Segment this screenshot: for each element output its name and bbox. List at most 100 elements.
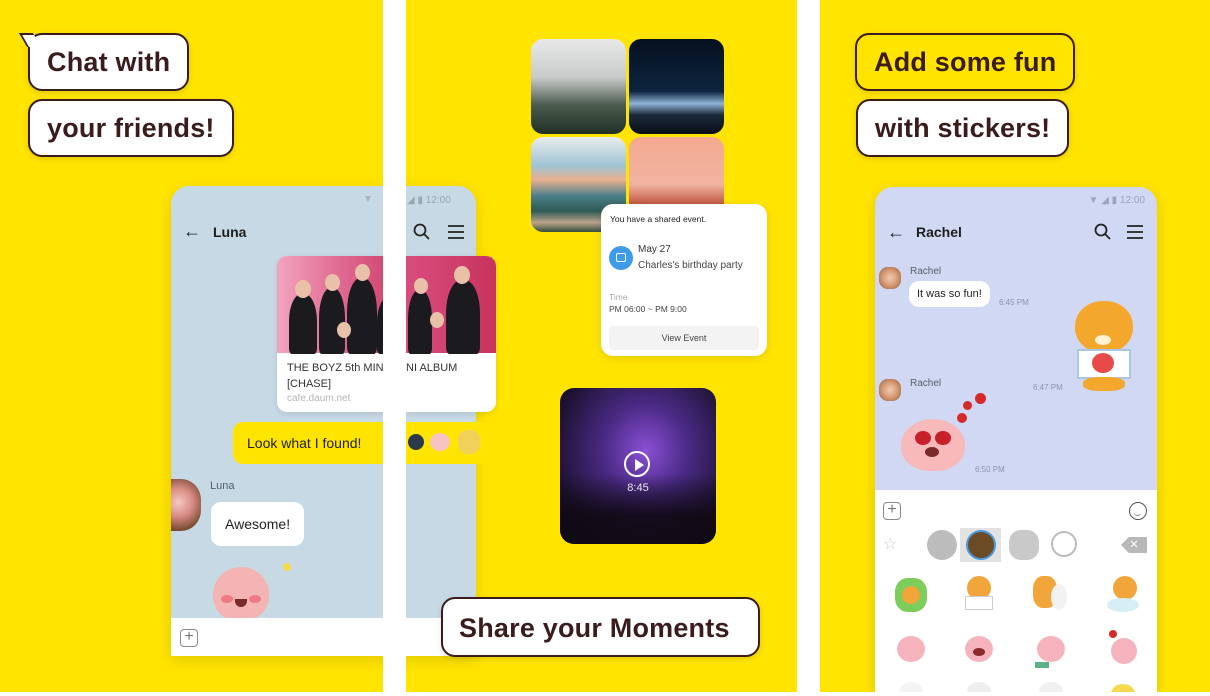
sticker-item[interactable]	[893, 576, 929, 616]
ryan-heart-sticker	[1073, 301, 1135, 393]
shared-event-card: You have a shared event. May 27 Charles'…	[601, 204, 767, 356]
sticker-item[interactable]	[1105, 630, 1141, 670]
sent-message-bubble: Look what I found!	[233, 422, 383, 464]
sent-message-text: Look what I found!	[247, 435, 362, 451]
sender-name: Luna	[210, 480, 235, 492]
avatar-rachel[interactable]	[879, 267, 901, 289]
sticker-item[interactable]	[1033, 576, 1069, 616]
bubble-tail	[18, 33, 42, 47]
sticker-item[interactable]	[961, 630, 997, 670]
menu-icon[interactable]	[446, 222, 466, 242]
menu-icon[interactable]	[1125, 222, 1145, 242]
plus-icon[interactable]: +	[883, 502, 901, 520]
sticker-pack-tab-3[interactable]	[1009, 530, 1039, 560]
video-duration: 8:45	[627, 482, 649, 494]
sticker-emoji-muzi	[458, 430, 480, 454]
signal-icon: ◢	[1101, 195, 1109, 206]
message-timestamp: 6:47 PM	[1033, 383, 1063, 392]
sticker-item[interactable]	[893, 630, 929, 670]
video-thumbnail[interactable]: 8:45	[560, 388, 716, 544]
signal-icon: ◢	[407, 195, 415, 206]
apeach-love-sticker	[901, 385, 1001, 475]
phone-screen-rachel: ▼ ◢ ▮ 12:00 ← Rachel Rachel It was so fu…	[875, 187, 1157, 692]
link-title-line1: THE BOYZ 5th MIN	[287, 362, 383, 374]
avatar-rachel[interactable]	[879, 379, 901, 401]
received-message-bubble: It was so fun!	[909, 281, 990, 307]
sticker-item[interactable]	[1033, 630, 1069, 670]
phone-screen-luna: ▼ ← Luna THE BOYZ 5th MIN [CHASE] cafe.d…	[171, 186, 383, 656]
link-preview-card[interactable]: THE BOYZ 5th MIN [CHASE] cafe.daum.net	[277, 256, 383, 412]
back-arrow-icon[interactable]: ←	[887, 222, 905, 243]
wifi-icon: ▼	[363, 194, 373, 205]
sticker-item[interactable]	[1033, 680, 1069, 692]
sticker-item[interactable]	[961, 680, 997, 692]
time-value: PM 06:00 ~ PM 9:00	[609, 304, 687, 314]
photo-foggy-forest[interactable]	[531, 39, 626, 134]
sticker-pack-tab-1[interactable]	[927, 530, 957, 560]
status-time: 12:00	[425, 195, 451, 206]
event-date: May 27	[638, 244, 671, 255]
wifi-icon: ▼	[1088, 195, 1099, 206]
received-message-bubble: Awesome!	[211, 502, 305, 546]
recent-icon[interactable]: ☆	[883, 534, 897, 554]
search-icon[interactable]	[1093, 222, 1113, 242]
contact-name: Luna	[213, 224, 247, 240]
sticker-emoji-1	[408, 434, 424, 450]
link-title: THE BOYZ 5th MIN [CHASE]	[287, 360, 383, 392]
sticker-tab-bar: ☆ ✕	[875, 528, 1157, 562]
message-input-bar[interactable]: +	[171, 618, 383, 656]
status-bar: ◢ ▮ 12:00	[407, 195, 451, 206]
link-domain: cafe.daum.net	[287, 393, 351, 404]
back-arrow-icon[interactable]: ←	[183, 221, 201, 242]
avatar-luna[interactable]	[171, 479, 201, 531]
sticker-item[interactable]	[893, 680, 929, 692]
caption-text: Chat with	[47, 47, 171, 77]
backspace-icon[interactable]: ✕	[1121, 537, 1147, 553]
link-preview-card-continued[interactable]: NI ALBUM	[406, 256, 496, 412]
message-timestamp: 6:50 PM	[975, 465, 1005, 474]
calendar-icon	[609, 246, 633, 270]
caption-text: Add some fun	[874, 47, 1057, 77]
event-name: Charles's birthday party	[638, 260, 743, 271]
event-heading: You have a shared event.	[610, 214, 707, 224]
panel-add-stickers: Add some fun with stickers! ▼ ◢ ▮ 12:00 …	[820, 0, 1210, 692]
contact-name: Rachel	[916, 224, 962, 240]
message-timestamp: 6:45 PM	[999, 298, 1029, 307]
caption-share-moments: Share your Moments	[441, 597, 760, 657]
link-title-continued: NI ALBUM	[406, 362, 458, 374]
caption-bubble-2: your friends!	[28, 99, 234, 157]
search-icon[interactable]	[412, 222, 432, 242]
photo-night-mountain[interactable]	[629, 39, 724, 134]
sticker-keyboard: + ☆ ✕	[875, 490, 1157, 692]
caption-text: your friends!	[47, 113, 215, 143]
emoji-tab[interactable]	[1051, 531, 1077, 557]
battery-icon: ▮	[1111, 195, 1118, 206]
received-message-text: Awesome!	[225, 516, 291, 532]
sticker-item[interactable]	[1105, 576, 1141, 616]
status-time: 12:00	[1119, 195, 1145, 206]
caption-text: Share your Moments	[459, 613, 730, 643]
album-photo	[406, 256, 496, 354]
sender-name: Rachel	[910, 266, 942, 277]
view-event-button[interactable]: View Event	[609, 326, 759, 350]
sticker-item[interactable]	[961, 576, 997, 616]
battery-icon: ▮	[417, 195, 423, 206]
sticker-pack-tab-selected[interactable]	[960, 528, 1001, 562]
sent-message-bubble-continued	[406, 422, 496, 464]
time-label: Time	[609, 292, 628, 302]
panel-chat-with-friends: Chat with your friends! ▼ ← Luna THE BOY…	[0, 0, 383, 692]
caption-bubble-2: with stickers!	[856, 99, 1070, 157]
plus-icon[interactable]: +	[180, 629, 198, 647]
caption-text: with stickers!	[875, 113, 1051, 143]
status-bar: ▼ ◢ ▮ 12:00	[1089, 195, 1146, 206]
play-icon[interactable]	[624, 451, 650, 477]
caption-bubble-1: Add some fun	[855, 33, 1076, 91]
emoji-icon[interactable]	[1129, 502, 1147, 520]
album-photo	[277, 256, 383, 354]
sticker-emoji-apeach	[430, 433, 450, 451]
received-message-text: It was so fun!	[917, 288, 982, 300]
sticker-item[interactable]	[1105, 680, 1141, 692]
link-title-line2: [CHASE]	[287, 378, 332, 390]
panel-share-moments: ◢ ▮ 12:00 NI ALBUM You have a shared eve…	[406, 0, 797, 692]
caption-bubble-1: Chat with	[18, 33, 190, 91]
